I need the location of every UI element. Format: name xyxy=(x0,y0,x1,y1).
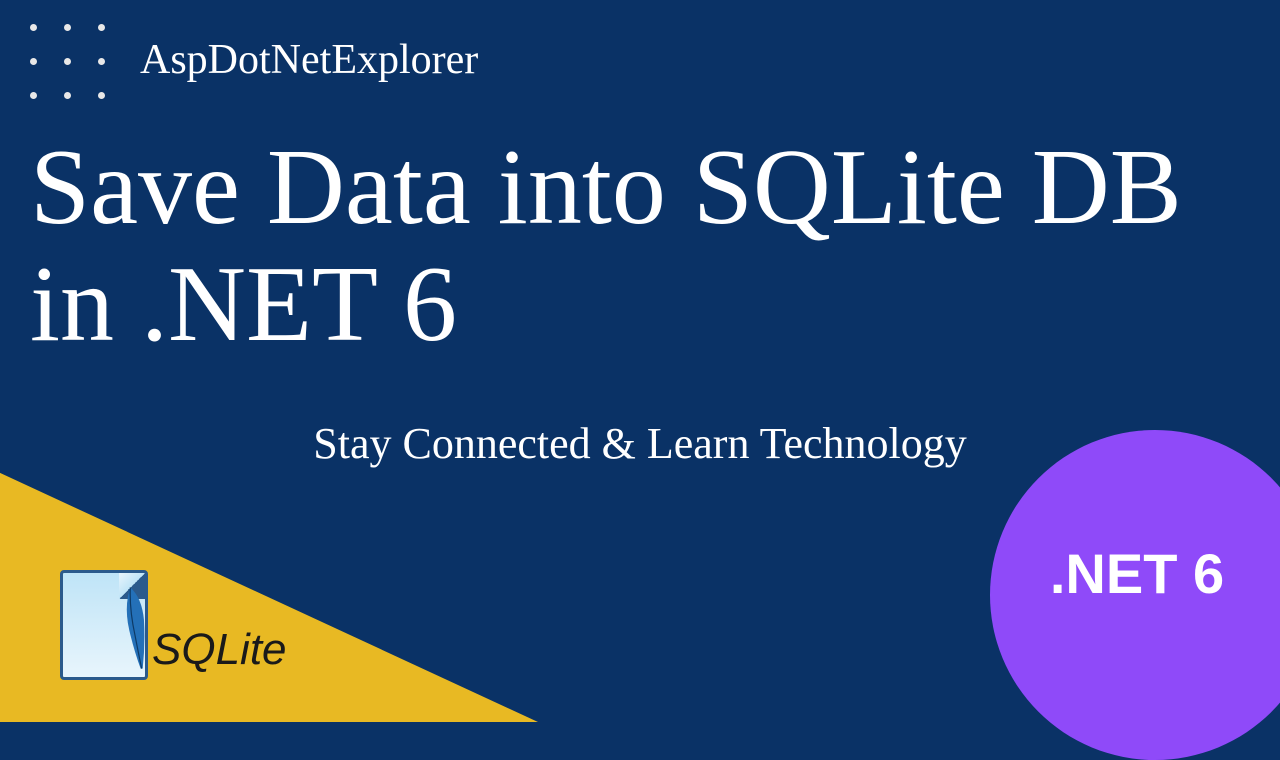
main-title: Save Data into SQLite DB in .NET 6 xyxy=(30,130,1250,363)
net6-badge-label: .NET 6 xyxy=(1050,541,1224,606)
dot-grid-icon xyxy=(30,24,118,112)
net6-badge: .NET 6 xyxy=(990,430,1280,760)
sqlite-box-icon xyxy=(60,570,148,680)
sqlite-logo: SQLite xyxy=(60,570,287,680)
feather-icon xyxy=(115,583,157,672)
channel-name: AspDotNetExplorer xyxy=(140,36,478,84)
sqlite-label: SQLite xyxy=(152,628,287,680)
